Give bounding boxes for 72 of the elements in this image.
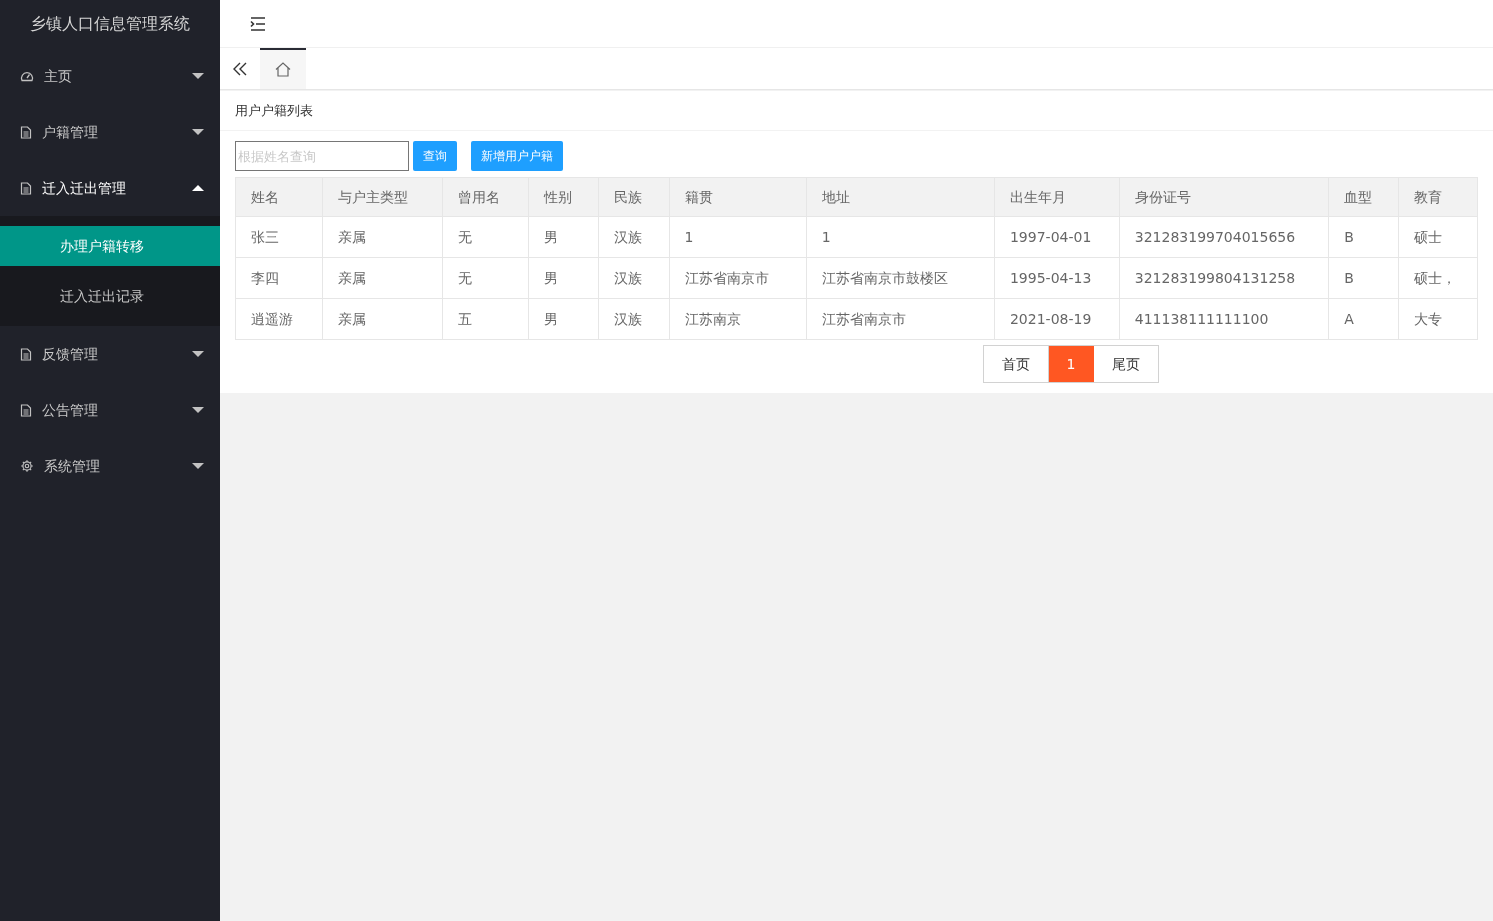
column-header: 出生年月 — [994, 177, 1120, 217]
table-cell: 五 — [442, 298, 529, 340]
table-cell: 汉族 — [598, 216, 670, 258]
double-chevron-left-icon[interactable] — [233, 61, 247, 76]
menu-item[interactable]: 系统管理 — [0, 438, 220, 494]
caret-down-icon — [192, 351, 204, 357]
panel-title: 用户户籍列表 — [235, 101, 313, 120]
table-cell: 张三 — [235, 216, 323, 258]
caret-down-icon — [192, 463, 204, 469]
table-cell: B — [1328, 216, 1399, 258]
table-cell: 无 — [442, 216, 529, 258]
column-header: 与户主类型 — [322, 177, 443, 217]
table-cell: 李四 — [235, 257, 323, 299]
submenu-item[interactable]: 办理户籍转移 — [0, 226, 220, 266]
table-cell: 大专 — [1398, 298, 1478, 340]
table-cell: 男 — [528, 298, 599, 340]
menu-item[interactable]: 迁入迁出管理 — [0, 160, 220, 216]
table-cell: 1997-04-01 — [994, 216, 1120, 258]
menu-item[interactable]: 反馈管理 — [0, 326, 220, 382]
document-icon — [20, 181, 32, 195]
caret-up-icon — [192, 185, 204, 191]
column-header: 性别 — [528, 177, 599, 217]
table-cell: 亲属 — [322, 257, 443, 299]
column-header: 姓名 — [235, 177, 323, 217]
home-icon — [275, 62, 291, 77]
caret-down-icon — [192, 129, 204, 135]
settings-icon — [20, 459, 34, 473]
menu-item[interactable]: 户籍管理 — [0, 104, 220, 160]
column-header: 血型 — [1328, 177, 1399, 217]
table-cell: 321283199704015656 — [1119, 216, 1329, 258]
table-cell: 2021-08-19 — [994, 298, 1120, 340]
app-title: 乡镇人口信息管理系统 — [30, 13, 190, 35]
menu-item[interactable]: 公告管理 — [0, 382, 220, 438]
table-cell: 江苏省南京市鼓楼区 — [806, 257, 995, 299]
submenu-item[interactable]: 迁入迁出记录 — [0, 276, 220, 316]
table-cell: 汉族 — [598, 298, 670, 340]
column-header: 民族 — [598, 177, 670, 217]
document-icon — [20, 125, 32, 139]
caret-down-icon — [192, 407, 204, 413]
menu-icon[interactable] — [250, 16, 266, 31]
first-page-button[interactable]: 首页 — [983, 346, 1049, 382]
table-cell: 1995-04-13 — [994, 257, 1120, 299]
table-cell: 1 — [806, 216, 995, 258]
table-cell: B — [1328, 257, 1399, 299]
home-tab[interactable] — [260, 48, 306, 89]
table-cell: 亲属 — [322, 216, 443, 258]
table-cell: 411138111111100 — [1119, 298, 1329, 340]
table-cell: 男 — [528, 257, 599, 299]
table-cell: 1 — [669, 216, 807, 258]
table-cell: 无 — [442, 257, 529, 299]
table-cell: 江苏省南京市 — [669, 257, 807, 299]
caret-down-icon — [192, 73, 204, 79]
table-cell: 江苏南京 — [669, 298, 807, 340]
column-header: 曾用名 — [442, 177, 529, 217]
table-cell: A — [1328, 298, 1399, 340]
column-header: 籍贯 — [669, 177, 807, 217]
table-cell: 硕士 — [1398, 216, 1478, 258]
table-cell: 亲属 — [322, 298, 443, 340]
column-header: 教育 — [1398, 177, 1478, 217]
table-cell: 逍遥游 — [235, 298, 323, 340]
menu-item[interactable]: 主页 — [0, 48, 220, 104]
gauge-icon — [20, 69, 34, 83]
document-icon — [20, 347, 32, 361]
table-cell: 男 — [528, 216, 599, 258]
table-cell: 321283199804131258 — [1119, 257, 1329, 299]
column-header: 地址 — [806, 177, 995, 217]
last-page-button[interactable]: 尾页 — [1093, 346, 1158, 382]
column-header: 身份证号 — [1119, 177, 1329, 217]
document-icon — [20, 403, 32, 417]
table-cell: 汉族 — [598, 257, 670, 299]
table-cell: 硕士， — [1398, 257, 1478, 299]
table-cell: 江苏省南京市 — [806, 298, 995, 340]
